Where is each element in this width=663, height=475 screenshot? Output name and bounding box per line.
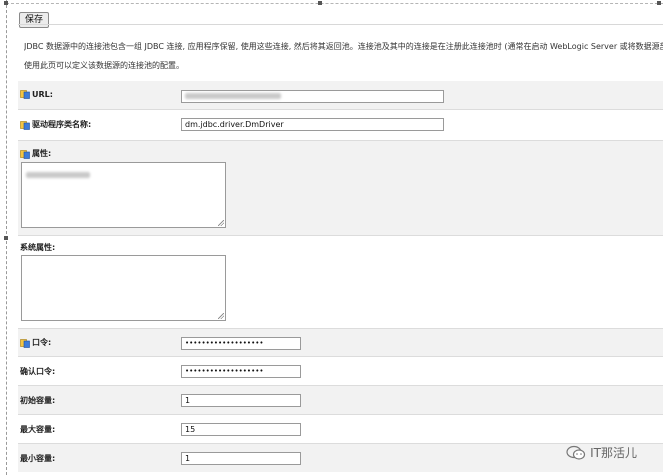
resize-handle[interactable] [657, 1, 661, 5]
description: JDBC 数据源中的连接池包含一组 JDBC 连接, 应用程序保留, 使用这些连… [24, 37, 663, 75]
url-redacted [185, 93, 281, 99]
resize-handle[interactable] [4, 1, 8, 5]
resize-handle[interactable] [4, 236, 8, 240]
url-label-text: URL: [32, 89, 53, 99]
save-button[interactable]: 保存 [19, 12, 50, 28]
password-input[interactable]: ••••••••••••••••••• [181, 337, 301, 350]
divider [18, 24, 663, 25]
confirm-password-label: 确认口令: [20, 367, 56, 376]
min-capacity-input[interactable]: 1 [181, 452, 301, 465]
form-row-password: 口令: ••••••••••••••••••• [18, 329, 663, 357]
resize-grip-icon[interactable] [218, 220, 224, 226]
max-capacity-input[interactable]: 15 [181, 423, 301, 436]
form-row-max-capacity: 最大容量: 15 [18, 415, 663, 444]
password-label-text: 口令: [32, 338, 52, 347]
confirm-password-input[interactable]: ••••••••••••••••••• [181, 365, 301, 378]
description-line-1: JDBC 数据源中的连接池包含一组 JDBC 连接, 应用程序保留, 使用这些连… [24, 42, 663, 51]
system-properties-label: 系统属性: [20, 243, 56, 252]
resize-grip-icon[interactable] [218, 313, 224, 319]
driver-class-input[interactable]: dm.jdbc.driver.DmDriver [181, 118, 444, 131]
properties-label-text: 属性: [32, 149, 52, 158]
required-field-icon [20, 120, 30, 130]
driver-label: 驱动程序类名称: [20, 119, 91, 130]
connection-pool-form: URL: 驱动程序类名称: dm.jdbc.driver.DmDriver 属性… [18, 81, 663, 472]
required-field-icon [20, 149, 30, 159]
form-row-driver: 驱动程序类名称: dm.jdbc.driver.DmDriver [18, 110, 663, 141]
properties-textarea[interactable] [21, 162, 226, 228]
form-row-confirm-password: 确认口令: ••••••••••••••••••• [18, 357, 663, 386]
required-field-icon [20, 338, 30, 348]
url-input[interactable] [181, 90, 444, 103]
initial-capacity-input[interactable]: 1 [181, 394, 301, 407]
max-capacity-label: 最大容量: [20, 425, 56, 434]
resize-handle[interactable] [318, 1, 322, 5]
min-capacity-label: 最小容量: [20, 454, 56, 463]
form-row-initial-capacity: 初始容量: 1 [18, 386, 663, 415]
watermark-text: IT那活儿 [590, 446, 637, 460]
system-properties-textarea[interactable] [21, 255, 226, 321]
form-row-properties: 属性: [18, 141, 663, 236]
form-row-url: URL: [18, 81, 663, 110]
initial-capacity-label: 初始容量: [20, 396, 56, 405]
url-label: URL: [20, 89, 53, 99]
properties-redacted [26, 172, 90, 178]
toolbar: 保存 [19, 7, 50, 28]
properties-label: 属性: [20, 148, 51, 159]
password-label: 口令: [20, 337, 51, 348]
driver-label-text: 驱动程序类名称: [32, 120, 92, 129]
watermark: IT那活儿 [566, 444, 637, 461]
required-field-icon [20, 89, 30, 99]
wechat-icon [566, 445, 586, 461]
editor-frame-top [6, 3, 663, 4]
form-row-system-properties: 系统属性: [18, 236, 663, 329]
description-line-2: 使用此页可以定义该数据源的连接池的配置。 [24, 61, 184, 70]
